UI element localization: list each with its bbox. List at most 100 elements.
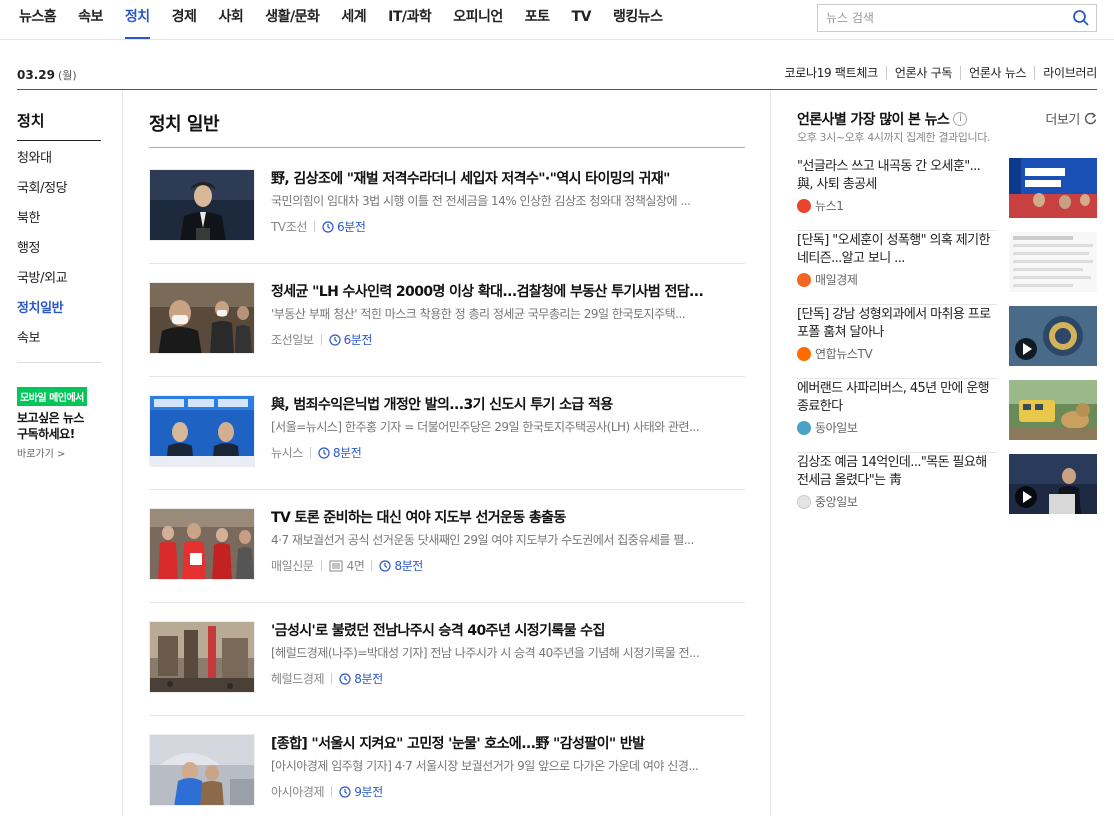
press-name: 아시아경제: [271, 785, 325, 799]
article-summary[interactable]: [헤럴드경제(나주)=박대성 기자] 전남 나주시가 시 승격 40주년을 기념…: [271, 645, 745, 661]
article-title[interactable]: [종합] "서울시 지켜요" 고민정 '눈물' 호소에...野 "감성팔이" 반…: [271, 734, 745, 754]
article-time: 8분전: [318, 444, 362, 461]
clock-icon: [318, 446, 330, 459]
search-icon[interactable]: [1072, 9, 1090, 27]
article-summary[interactable]: [아시아경제 임주형 기자] 4·7 서울시장 보궐선거가 9일 앞으로 다가온…: [271, 758, 745, 774]
article-summary[interactable]: 국민의힘이 임대차 3법 시행 이틀 전 전세금을 14% 인상한 김상조 청와…: [271, 193, 745, 209]
article-summary[interactable]: 4·7 재보궐선거 공식 선거운동 닷새째인 29일 여야 지도부가 수도권에서…: [271, 532, 745, 548]
article-summary[interactable]: '부동산 부패 청산' 적힌 마스크 착용한 정 총리 정세균 국무총리는 29…: [271, 306, 745, 322]
press-logo: [797, 346, 811, 361]
mobile-subscribe-promo[interactable]: 모바일 메인에서 보고싶은 뉴스 구독하세요! 바로가기 >: [17, 386, 107, 460]
promo-text: 보고싶은 뉴스 구독하세요!: [17, 410, 107, 442]
clock-icon: [339, 785, 351, 798]
list-item: 野, 김상조에 "재벌 저격수라더니 세입자 저격수"·"역시 타이밍의 귀재"…: [149, 152, 745, 264]
sidebar-item-politics-general[interactable]: 정치일반: [17, 298, 67, 328]
sidebar-menu: 청와대 국회/정당 북한 행정 국방/외교 정치일반 속보: [17, 148, 68, 358]
most-viewed-headline[interactable]: [단독] "오세훈이 성폭행" 의혹 제기한 네티즌...알고 보니 ...: [797, 232, 997, 268]
sidebar-item-blue-house[interactable]: 청와대: [17, 148, 67, 178]
article-thumbnail[interactable]: [149, 734, 255, 806]
press-news-link[interactable]: 언론사 뉴스: [960, 66, 1034, 80]
tab-breaking[interactable]: 속보: [67, 0, 114, 39]
list-item: '금성시'로 불렸던 전남나주시 승격 40주년 시정기록물 수집 [헤럴드경제…: [149, 604, 745, 716]
most-viewed-thumbnail[interactable]: [1009, 158, 1097, 218]
clock-icon: [379, 559, 392, 572]
article-time: 9분전: [339, 783, 383, 800]
promo-shortcut-link[interactable]: 바로가기 >: [17, 445, 107, 460]
sidebar-item-defense-diplomacy[interactable]: 국방/외교: [17, 268, 68, 298]
sidebar-divider: [17, 140, 101, 141]
sub-links: 코로나19 팩트체크 언론사 구독 언론사 뉴스 라이브러리: [776, 66, 1097, 80]
tab-economy[interactable]: 경제: [161, 0, 208, 39]
article-meta: 헤럴드경제 8분전: [271, 670, 745, 687]
press-info: 동아일보: [797, 419, 997, 436]
most-viewed-thumbnail[interactable]: [1009, 232, 1097, 292]
most-viewed-item: [단독] "오세훈이 성폭행" 의혹 제기한 네티즌...알고 보니 ... 매…: [797, 232, 1097, 305]
most-viewed-headline[interactable]: "선글라스 쓰고 내곡동 간 오세훈"... 與, 사퇴 총공세: [797, 158, 997, 194]
most-viewed-headline[interactable]: 김상조 예금 14억인데..."목돈 필요해 전세금 올렸다"는 靑: [797, 454, 997, 490]
sidebar-item-breaking[interactable]: 속보: [17, 328, 67, 358]
press-logo: [797, 198, 811, 213]
library-link[interactable]: 라이브러리: [1034, 66, 1097, 80]
play-icon[interactable]: [1015, 486, 1037, 508]
press-name: 헤럴드경제: [271, 672, 325, 686]
most-viewed-thumbnail[interactable]: [1009, 454, 1097, 514]
article-title[interactable]: '금성시'로 불렸던 전남나주시 승격 40주년 시정기록물 수집: [271, 621, 745, 641]
more-button[interactable]: 더보기: [1045, 109, 1097, 128]
article-thumbnail[interactable]: [149, 282, 255, 354]
play-icon[interactable]: [1015, 338, 1037, 360]
article-thumbnail[interactable]: [149, 169, 255, 241]
press-name: 조선일보: [271, 333, 314, 347]
list-item: [종합] "서울시 지켜요" 고민정 '눈물' 호소에...野 "감성팔이" 반…: [149, 717, 745, 816]
most-viewed-headline[interactable]: [단독] 강남 성형외과에서 마취용 프로포폴 훔쳐 달아나: [797, 306, 997, 342]
covid-factcheck-link[interactable]: 코로나19 팩트체크: [776, 66, 885, 80]
article-meta: 매일신문 4면 8분전: [271, 557, 745, 574]
article-title[interactable]: 野, 김상조에 "재벌 저격수라더니 세입자 저격수"·"역시 타이밍의 귀재": [271, 169, 745, 189]
day-of-week: (월): [57, 69, 77, 82]
article-meta: 뉴시스 8분전: [271, 444, 745, 461]
page-title: 정치 일반: [149, 114, 220, 135]
clock-icon: [328, 333, 341, 346]
article-meta: TV조선 6분전: [271, 218, 745, 235]
tab-society[interactable]: 사회: [207, 0, 254, 39]
tab-world[interactable]: 세계: [330, 0, 377, 39]
tab-photo[interactable]: 포토: [514, 0, 561, 39]
tab-opinion[interactable]: 오피니언: [442, 0, 514, 39]
tab-ranking-news[interactable]: 랭킹뉴스: [602, 0, 674, 39]
newspaper-icon: [329, 560, 343, 571]
most-viewed-thumbnail[interactable]: [1009, 306, 1097, 366]
sidebar-item-north-korea[interactable]: 북한: [17, 208, 67, 238]
newspaper-page: 4면: [329, 557, 365, 574]
nav-tab-list: 뉴스홈 속보 정치 경제 사회 생활/문화 세계 IT/과학 오피니언 포토 T…: [8, 0, 673, 39]
most-viewed-headline[interactable]: 에버랜드 사파리버스, 45년 만에 운행 종료한다: [797, 380, 997, 416]
article-title[interactable]: 與, 범죄수익은닉법 개정안 발의...3기 신도시 투기 소급 적용: [271, 395, 745, 415]
sidebar-item-assembly-party[interactable]: 국회/정당: [17, 178, 68, 208]
tab-tv[interactable]: TV: [561, 0, 602, 39]
press-subscribe-link[interactable]: 언론사 구독: [885, 66, 960, 80]
sidebar-divider-bottom: [17, 362, 101, 363]
top-navigation: 뉴스홈 속보 정치 경제 사회 생활/문화 세계 IT/과학 오피니언 포토 T…: [0, 0, 1114, 40]
article-thumbnail[interactable]: [149, 395, 255, 467]
most-viewed-thumbnail[interactable]: [1009, 380, 1097, 440]
sidebar-item-administration[interactable]: 행정: [17, 238, 67, 268]
date-text: 03.29: [17, 68, 55, 82]
press-name: 매일신문: [271, 559, 314, 573]
article-time: 6분전: [322, 218, 366, 235]
tab-it-science[interactable]: IT/과학: [377, 0, 442, 39]
most-viewed-item: 에버랜드 사파리버스, 45년 만에 운행 종료한다 동아일보: [797, 380, 1097, 453]
article-meta: 아시아경제 9분전: [271, 783, 745, 800]
article-thumbnail[interactable]: [149, 621, 255, 693]
article-summary[interactable]: [서울=뉴시스] 한주홍 기자 = 더불어민주당은 29일 한국토지주택공사(L…: [271, 419, 745, 435]
list-item: 정세균 "LH 수사인력 2000명 이상 확대...검찰청에 부동산 투기사범…: [149, 265, 745, 377]
tab-politics[interactable]: 정치: [114, 0, 161, 39]
most-viewed-item: "선글라스 쓰고 내곡동 간 오세훈"... 與, 사퇴 총공세 뉴스1: [797, 158, 1097, 231]
article-thumbnail[interactable]: [149, 508, 255, 580]
tab-news-home[interactable]: 뉴스홈: [8, 0, 67, 39]
panel-subtitle: 오후 3시~오후 4시까지 집계한 결과입니다.: [797, 131, 991, 144]
article-title[interactable]: 정세균 "LH 수사인력 2000명 이상 확대...검찰청에 부동산 투기사범…: [271, 282, 745, 302]
tab-life-culture[interactable]: 생활/문화: [254, 0, 330, 39]
info-icon[interactable]: i: [953, 112, 968, 126]
clock-icon: [339, 672, 351, 685]
most-viewed-item: [단독] 강남 성형외과에서 마취용 프로포폴 훔쳐 달아나 연합뉴스TV: [797, 306, 1097, 379]
search-input[interactable]: [818, 5, 1062, 31]
article-title[interactable]: TV 토론 준비하는 대신 여야 지도부 선거운동 총출동: [271, 508, 745, 528]
